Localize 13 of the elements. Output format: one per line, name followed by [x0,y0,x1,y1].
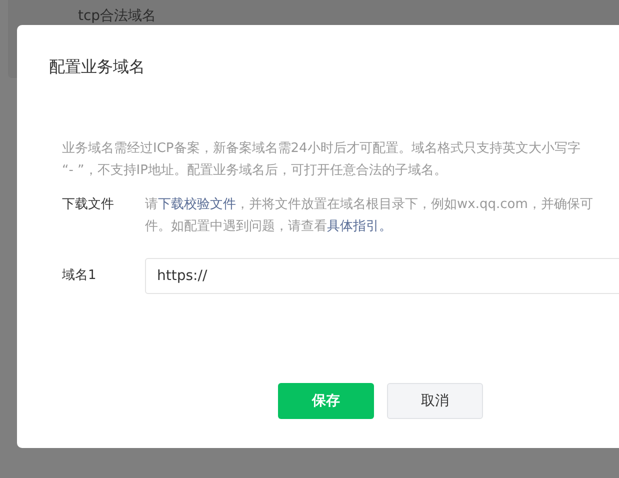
instruction-text: 请 [145,197,158,212]
guide-link[interactable]: 具体指引。 [327,219,392,234]
dialog-title: 配置业务域名 [49,57,146,78]
notice-text: 业务域名需经过ICP备案，新备案域名需24小时后才可配置。域名格式只支持英文大小写字 [62,140,582,158]
instruction-text: ，并将文件放置在域名根目录下，例如wx.qq.com，并确保可 [236,197,593,212]
section-title: tcp合法域名 [78,7,156,25]
field-label: 下载文件 [62,196,115,214]
instruction-text: 件。如配置中遇到问题，请查看 [145,219,327,234]
field-label: 域名1 [62,267,98,285]
domain-input-field[interactable]: https:// [145,258,619,294]
cancel-button[interactable]: 取消 [387,383,483,419]
notice-text: “- ”，不支持IP地址。配置业务域名后，可打开任意合法的子域名。 [62,162,448,180]
download-link[interactable]: 下载校验文件 [158,197,236,212]
